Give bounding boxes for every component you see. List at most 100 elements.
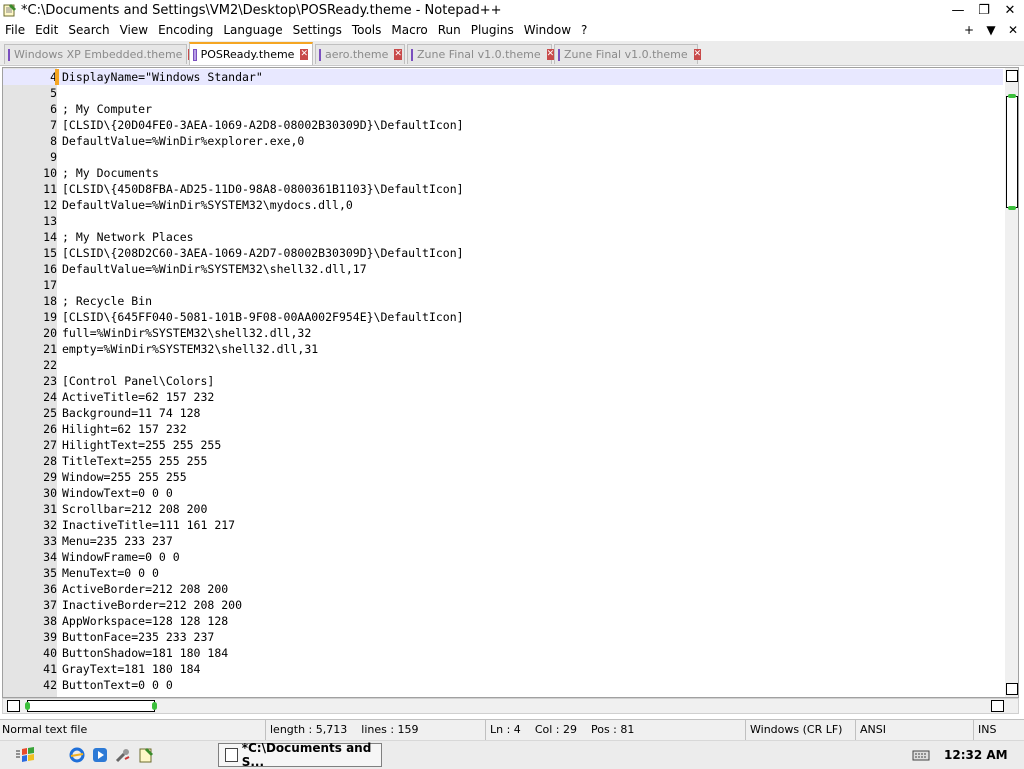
editor-line[interactable]: 13 (3, 213, 1003, 229)
restore-button[interactable]: ❐ (976, 2, 992, 18)
line-text[interactable]: MenuText=0 0 0 (62, 565, 159, 581)
scroll-down-arrow[interactable] (1006, 683, 1018, 695)
line-text[interactable]: ; My Network Places (62, 229, 194, 245)
menu-encoding[interactable]: Encoding (153, 23, 218, 37)
line-text[interactable]: Background=11 74 128 (62, 405, 200, 421)
media-player-icon[interactable] (91, 746, 109, 764)
close-document-button[interactable]: ✕ (1002, 23, 1024, 37)
close-tab-icon[interactable]: ✕ (300, 49, 308, 60)
taskbar-notepad-button[interactable]: *C:\Documents and S... (218, 741, 382, 769)
editor-line[interactable]: 34 WindowFrame=0 0 0 (3, 549, 1003, 565)
editor-line[interactable]: 17 (3, 277, 1003, 293)
line-text[interactable]: Scrollbar=212 208 200 (62, 501, 207, 517)
editor-line[interactable]: 15 [CLSID\{208D2C60-3AEA-1069-A2D7-08002B… (3, 245, 1003, 261)
editor-line[interactable]: 29 Window=255 255 255 (3, 469, 1003, 485)
line-text[interactable]: DefaultValue=%WinDir%SYSTEM32\mydocs.dll… (62, 197, 353, 213)
editor-line[interactable]: 31 Scrollbar=212 208 200 (3, 501, 1003, 517)
editor-line[interactable]: 24 ActiveTitle=62 157 232 (3, 389, 1003, 405)
line-text[interactable]: ; My Documents (62, 165, 159, 181)
new-tab-button[interactable]: + (958, 23, 980, 37)
editor-line[interactable]: 30 WindowText=0 0 0 (3, 485, 1003, 501)
editor-line[interactable]: 27 HilightText=255 255 255 (3, 437, 1003, 453)
vertical-scroll-thumb[interactable] (1006, 94, 1018, 210)
editor-area[interactable]: 4 DisplayName="Windows Standar" 5 6 ; My Com… (2, 67, 1019, 698)
editor-line[interactable]: 9 (3, 149, 1003, 165)
line-text[interactable]: ButtonText=0 0 0 (62, 677, 173, 693)
tools-icon[interactable] (114, 746, 132, 764)
line-text[interactable]: WindowText=0 0 0 (62, 485, 173, 501)
editor-line[interactable]: 25 Background=11 74 128 (3, 405, 1003, 421)
line-text[interactable]: ; My Computer (62, 101, 152, 117)
line-text[interactable]: GrayText=181 180 184 (62, 661, 200, 677)
line-text[interactable]: InactiveBorder=212 208 200 (62, 597, 242, 613)
keyboard-icon[interactable] (912, 748, 930, 762)
line-text[interactable]: full=%WinDir%SYSTEM32\shell32.dll,32 (62, 325, 311, 341)
line-text[interactable]: [CLSID\{450D8FBA-AD25-11D0-98A8-0800361B… (62, 181, 464, 197)
editor-line[interactable]: 35 MenuText=0 0 0 (3, 565, 1003, 581)
editor-line[interactable]: 5 (3, 85, 1003, 101)
menu-window[interactable]: Window (519, 23, 576, 37)
editor-line[interactable]: 32 InactiveTitle=111 161 217 (3, 517, 1003, 533)
line-text[interactable]: Hilight=62 157 232 (62, 421, 187, 437)
editor-line[interactable]: 20 full=%WinDir%SYSTEM32\shell32.dll,32 (3, 325, 1003, 341)
menu-edit[interactable]: Edit (30, 23, 63, 37)
vertical-scrollbar[interactable] (1005, 68, 1018, 697)
editor-line[interactable]: 28 TitleText=255 255 255 (3, 453, 1003, 469)
editor-line[interactable]: 26 Hilight=62 157 232 (3, 421, 1003, 437)
editor-line[interactable]: 33 Menu=235 233 237 (3, 533, 1003, 549)
clock[interactable]: 12:32 AM (944, 748, 1008, 762)
start-button[interactable] (14, 745, 42, 765)
menu-view[interactable]: View (115, 23, 153, 37)
line-text[interactable]: InactiveTitle=111 161 217 (62, 517, 235, 533)
close-tab-icon[interactable]: ✕ (394, 49, 402, 60)
editor-line[interactable]: 14 ; My Network Places (3, 229, 1003, 245)
editor-line[interactable]: 41 GrayText=181 180 184 (3, 661, 1003, 677)
menu-plugins[interactable]: Plugins (466, 23, 519, 37)
editor-line[interactable]: 21 empty=%WinDir%SYSTEM32\shell32.dll,31 (3, 341, 1003, 357)
line-text[interactable]: [CLSID\{645FF040-5081-101B-9F08-00AA002F… (62, 309, 464, 325)
editor-line[interactable]: 6 ; My Computer (3, 101, 1003, 117)
menu-file[interactable]: File (0, 23, 30, 37)
editor-line[interactable]: 37 InactiveBorder=212 208 200 (3, 597, 1003, 613)
line-text[interactable]: Menu=235 233 237 (62, 533, 173, 549)
notepad-quicklaunch-icon[interactable] (137, 746, 155, 764)
menu-settings[interactable]: Settings (288, 23, 347, 37)
scroll-left-arrow[interactable] (7, 700, 20, 712)
menu-macro[interactable]: Macro (386, 23, 432, 37)
editor-line[interactable]: 8 DefaultValue=%WinDir%explorer.exe,0 (3, 133, 1003, 149)
line-text[interactable]: [Control Panel\Colors] (62, 373, 214, 389)
editor-line[interactable]: 10 ; My Documents (3, 165, 1003, 181)
editor-line[interactable]: 7 [CLSID\{20D04FE0-3AEA-1069-A2D8-08002B3… (3, 117, 1003, 133)
editor-line[interactable]: 38 AppWorkspace=128 128 128 (3, 613, 1003, 629)
internet-explorer-icon[interactable] (68, 746, 86, 764)
editor-line[interactable]: 42 ButtonText=0 0 0 (3, 677, 1003, 693)
tab-zune-final-2[interactable]: Zune Final v1.0.theme ✕ (554, 44, 702, 64)
line-text[interactable]: ; Recycle Bin (62, 293, 152, 309)
editor-line[interactable]: 39 ButtonFace=235 233 237 (3, 629, 1003, 645)
tab-windows-xp-embedded[interactable]: Windows XP Embedded.theme ✕ (4, 44, 196, 64)
editor-line[interactable]: 16 DefaultValue=%WinDir%SYSTEM32\shell32.… (3, 261, 1003, 277)
horizontal-scrollbar[interactable] (2, 698, 1019, 714)
menu-language[interactable]: Language (218, 23, 287, 37)
editor-line[interactable]: 11 [CLSID\{450D8FBA-AD25-11D0-98A8-080036… (3, 181, 1003, 197)
tab-zune-final-1[interactable]: Zune Final v1.0.theme ✕ (407, 44, 555, 64)
tab-list-dropdown-button[interactable]: ▼ (980, 23, 1002, 37)
editor-line[interactable]: 23 [Control Panel\Colors] (3, 373, 1003, 389)
menu-search[interactable]: Search (63, 23, 114, 37)
editor-line[interactable]: 40 ButtonShadow=181 180 184 (3, 645, 1003, 661)
line-text[interactable]: DefaultValue=%WinDir%explorer.exe,0 (62, 133, 304, 149)
editor-line[interactable]: 19 [CLSID\{645FF040-5081-101B-9F08-00AA00… (3, 309, 1003, 325)
editor-line[interactable]: 36 ActiveBorder=212 208 200 (3, 581, 1003, 597)
line-text[interactable]: [CLSID\{208D2C60-3AEA-1069-A2D7-08002B30… (62, 245, 464, 261)
line-text[interactable]: TitleText=255 255 255 (62, 453, 207, 469)
editor-line[interactable]: 4 DisplayName="Windows Standar" (3, 69, 1003, 85)
line-text[interactable]: [CLSID\{20D04FE0-3AEA-1069-A2D8-08002B30… (62, 117, 464, 133)
line-text[interactable]: DisplayName="Windows Standar" (62, 69, 263, 85)
line-text[interactable]: ButtonShadow=181 180 184 (62, 645, 228, 661)
line-text[interactable]: AppWorkspace=128 128 128 (62, 613, 228, 629)
line-text[interactable]: Window=255 255 255 (62, 469, 187, 485)
close-tab-icon[interactable]: ✕ (693, 49, 702, 60)
close-button[interactable]: ✕ (1002, 2, 1018, 18)
scroll-up-arrow[interactable] (1006, 70, 1018, 82)
editor-line[interactable]: 22 (3, 357, 1003, 373)
